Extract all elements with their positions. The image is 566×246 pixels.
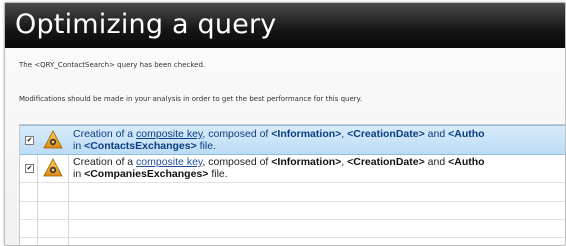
window-title: Optimizing a query [15, 9, 277, 40]
optimization-window: Optimizing a query The <QRY_ContactSearc… [4, 2, 566, 246]
suggestions-list[interactable]: ✔ Creation of a composite key, composed … [19, 124, 565, 245]
suggestion-text: Creation of a composite key, composed of… [73, 156, 485, 180]
suggestion-row[interactable]: ✔ Creation of a composite key, composed … [20, 154, 565, 183]
suggestion-checkbox[interactable]: ✔ [25, 136, 34, 145]
window-content: The <QRY_ContactSearch> query has been c… [5, 48, 565, 245]
empty-row [20, 202, 565, 220]
title-bar: Optimizing a query [5, 3, 565, 48]
suggestion-row[interactable]: ✔ Creation of a composite key, composed … [20, 125, 565, 155]
suggestion-checkbox[interactable]: ✔ [25, 164, 34, 173]
optimization-warning-icon [43, 130, 63, 149]
modifications-advice-message: Modifications should be made in your ana… [19, 95, 363, 103]
empty-row [20, 220, 565, 238]
empty-row [20, 184, 565, 202]
query-checked-message: The <QRY_ContactSearch> query has been c… [19, 61, 206, 69]
composite-key-link[interactable]: composite key [136, 128, 202, 140]
suggestion-text: Creation of a composite key, composed of… [73, 128, 485, 152]
composite-key-link[interactable]: composite key [136, 156, 202, 168]
optimization-warning-icon [43, 158, 63, 177]
